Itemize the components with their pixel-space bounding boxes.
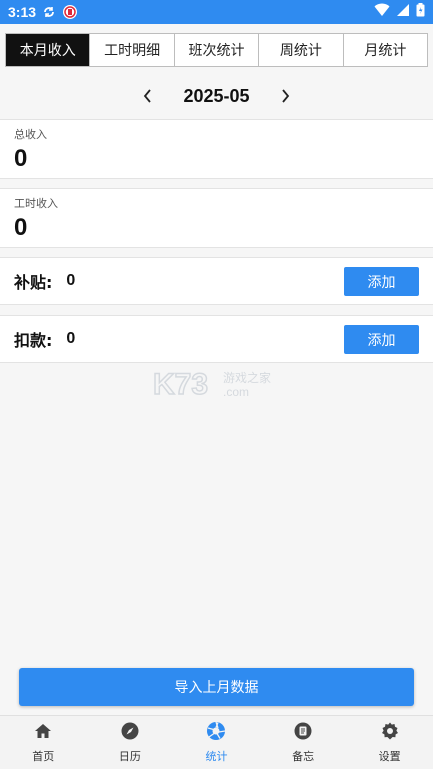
tab-bar: 本月收入 工时明细 班次统计 周统计 月统计 (5, 33, 428, 67)
subsidy-value: 0 (66, 272, 76, 289)
signal-icon (396, 3, 410, 21)
sync-icon (42, 5, 56, 19)
watermark-domain: .com (223, 385, 249, 399)
battery-icon (416, 3, 425, 21)
nav-item-home[interactable]: 首页 (0, 716, 87, 769)
hours-income-card: 工时收入 0 (0, 188, 433, 248)
import-last-month-button[interactable]: 导入上月数据 (19, 668, 414, 706)
tab-shift-stats[interactable]: 班次统计 (175, 34, 260, 66)
gear-icon (380, 721, 400, 744)
add-deduction-button[interactable]: 添加 (344, 325, 419, 354)
bottom-nav: 首页 日历 统计 备忘 设置 (0, 715, 433, 769)
nav-label-memo: 备忘 (292, 750, 315, 763)
nav-item-stats[interactable]: 统计 (173, 716, 260, 769)
notification-app-icon (62, 4, 78, 20)
current-month: 2025-05 (183, 85, 250, 106)
total-income-value: 0 (14, 145, 28, 172)
hours-income-value: 0 (14, 214, 28, 241)
nav-label-stats: 统计 (205, 750, 228, 763)
total-income-label: 总收入 (14, 128, 47, 141)
tab-hours-detail[interactable]: 工时明细 (90, 34, 175, 66)
home-icon (33, 721, 53, 744)
deduction-value: 0 (66, 330, 76, 347)
compass-icon (120, 721, 140, 744)
status-time: 3:13 (8, 4, 37, 20)
aperture-icon (206, 721, 226, 744)
nav-item-calendar[interactable]: 日历 (87, 716, 174, 769)
watermark-text: 游戏之家 (223, 370, 271, 385)
memo-icon (293, 721, 313, 744)
watermark-logo: K73 游戏之家 .com (152, 366, 283, 402)
deduction-row: 扣款: 0 添加 (0, 315, 433, 363)
nav-label-calendar: 日历 (118, 750, 141, 763)
status-bar: 3:13 (0, 0, 433, 24)
nav-item-memo[interactable]: 备忘 (260, 716, 347, 769)
tab-monthly-income[interactable]: 本月收入 (6, 34, 91, 66)
nav-item-settings[interactable]: 设置 (346, 716, 433, 769)
tab-monthly-stats[interactable]: 月统计 (344, 34, 427, 66)
month-navigator: 2025-05 (0, 82, 433, 110)
tab-weekly-stats[interactable]: 周统计 (259, 34, 344, 66)
subsidy-label: 补贴: (14, 273, 53, 292)
chevron-right-icon[interactable] (274, 85, 296, 107)
wifi-icon (374, 3, 390, 21)
watermark-k73: K73 (153, 368, 208, 400)
add-subsidy-button[interactable]: 添加 (344, 267, 419, 296)
subsidy-row: 补贴: 0 添加 (0, 257, 433, 305)
chevron-left-icon[interactable] (137, 85, 159, 107)
nav-label-home: 首页 (32, 750, 55, 763)
total-income-card: 总收入 0 (0, 119, 433, 179)
deduction-label: 扣款: (14, 331, 53, 350)
nav-label-settings: 设置 (378, 750, 401, 763)
hours-income-label: 工时收入 (14, 197, 58, 210)
